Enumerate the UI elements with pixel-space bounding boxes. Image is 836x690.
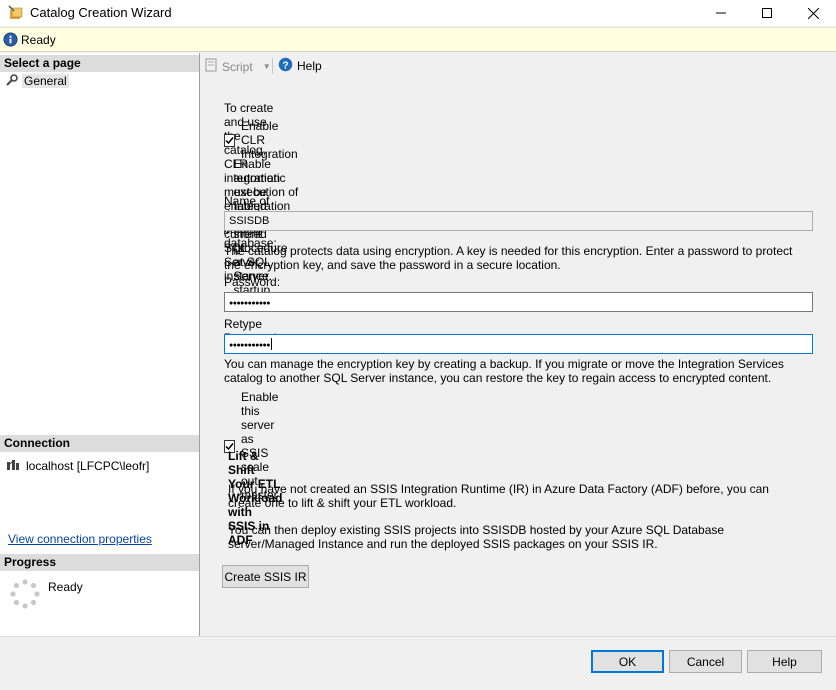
status-text: Ready bbox=[21, 33, 56, 47]
page-item-general[interactable]: General bbox=[6, 73, 69, 89]
chevron-down-icon[interactable]: ▼ bbox=[263, 62, 271, 71]
password-value: ●●●●●●●●●●● bbox=[229, 300, 271, 307]
minimize-button[interactable] bbox=[698, 0, 744, 26]
progress-spinner-icon bbox=[10, 579, 40, 612]
select-page-header: Select a page bbox=[0, 55, 199, 72]
progress-status: Ready bbox=[48, 580, 83, 594]
help-icon: ? bbox=[278, 57, 293, 75]
password-label: Password: bbox=[224, 275, 281, 289]
maximize-icon bbox=[762, 8, 772, 18]
cancel-button[interactable]: Cancel bbox=[669, 650, 742, 673]
server-connection-icon bbox=[6, 457, 20, 474]
status-bar: Ready bbox=[0, 27, 836, 52]
footer-divider bbox=[0, 636, 836, 637]
script-label: Script bbox=[222, 59, 253, 74]
close-icon bbox=[807, 7, 819, 19]
enable-clr-label: Enable CLR Integration bbox=[241, 119, 298, 161]
catalog-name-field: SSISDB bbox=[224, 211, 813, 231]
info-icon bbox=[3, 32, 18, 50]
script-button[interactable]: Script ▼ bbox=[204, 58, 271, 75]
retype-password-value: ●●●●●●●●●●● bbox=[229, 342, 271, 349]
close-button[interactable] bbox=[790, 0, 836, 26]
connection-item: localhost [LFCPC\leofr] bbox=[6, 457, 149, 474]
progress-header: Progress bbox=[0, 554, 199, 571]
toolbar-separator bbox=[272, 58, 273, 74]
svg-text:?: ? bbox=[282, 60, 288, 71]
wrench-icon bbox=[6, 73, 18, 89]
password-input[interactable]: ●●●●●●●●●●● bbox=[224, 292, 813, 312]
toolbar: Script ▼ ? Help bbox=[200, 53, 836, 79]
title-bar: Catalog Creation Wizard bbox=[0, 0, 836, 26]
minimize-icon bbox=[716, 8, 726, 18]
script-icon bbox=[204, 58, 218, 75]
help-label: Help bbox=[297, 59, 322, 73]
wizard-app-icon bbox=[8, 5, 24, 21]
encryption-notice: The catalog protects data using encrypti… bbox=[224, 244, 793, 272]
enable-clr-checkbox[interactable]: Enable CLR Integration bbox=[224, 119, 300, 161]
ok-button[interactable]: OK bbox=[591, 650, 664, 673]
create-ssis-ir-button[interactable]: Create SSIS IR bbox=[222, 565, 309, 588]
retype-password-input[interactable]: ●●●●●●●●●●● bbox=[224, 334, 813, 354]
catalog-name-value: SSISDB bbox=[229, 215, 270, 227]
left-pane: Select a page General Connection localho… bbox=[0, 53, 200, 636]
maximize-button[interactable] bbox=[744, 0, 790, 26]
page-item-label: General bbox=[22, 74, 69, 88]
text-caret bbox=[271, 338, 273, 351]
view-connection-properties-link[interactable]: View connection properties bbox=[8, 532, 152, 546]
checkbox-box bbox=[224, 133, 235, 147]
help-button[interactable]: Help bbox=[747, 650, 822, 673]
help-toolbar-button[interactable]: ? Help bbox=[278, 57, 322, 75]
adf-paragraph-2: You can then deploy existing SSIS projec… bbox=[228, 523, 725, 551]
window-title: Catalog Creation Wizard bbox=[30, 5, 172, 20]
connection-label: localhost [LFCPC\leofr] bbox=[26, 458, 150, 473]
connection-header: Connection bbox=[0, 435, 199, 452]
backup-notice: You can manage the encryption key by cre… bbox=[224, 357, 784, 385]
adf-paragraph-1: If you have not created an SSIS Integrat… bbox=[228, 482, 769, 510]
